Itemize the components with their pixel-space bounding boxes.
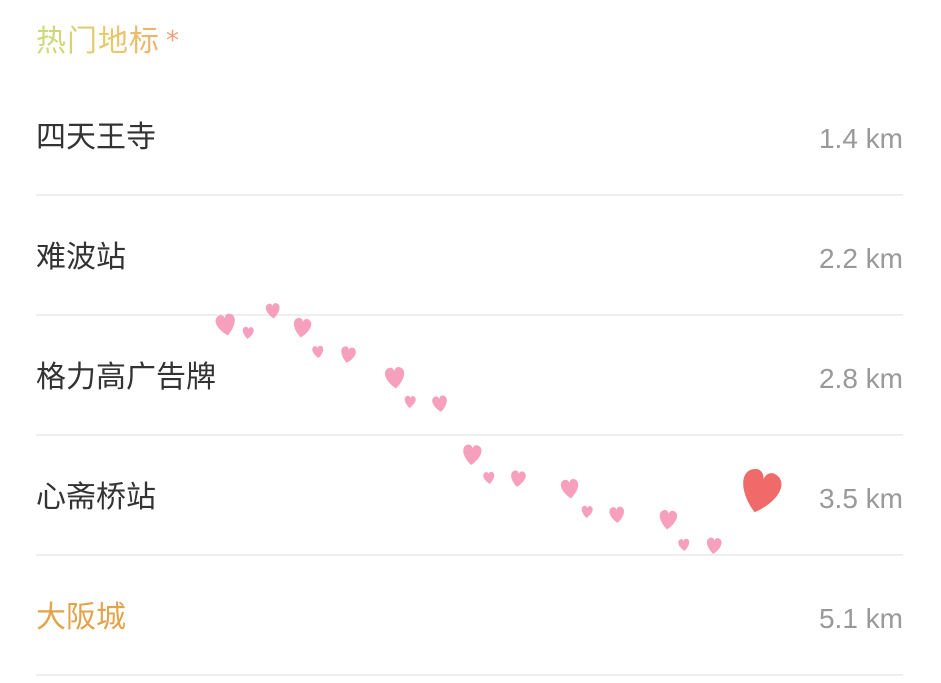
landmark-row[interactable]: 难波站 2.2 km <box>36 196 903 316</box>
landmark-distance: 5.1 km <box>818 603 903 634</box>
landmark-row[interactable]: 四天王寺 1.4 km <box>36 76 903 196</box>
landmark-distance: 2.2 km <box>818 243 903 274</box>
landmark-row[interactable]: 心斋桥站 3.5 km <box>36 436 903 556</box>
landmark-name: 格力高广告牌 <box>36 360 216 395</box>
landmark-name: 难波站 <box>36 240 126 275</box>
landmark-distance: 3.5 km <box>818 483 903 514</box>
landmark-list: 四天王寺 1.4 km 难波站 2.2 km 格力高广告牌 2.8 km 心斋桥… <box>36 76 903 676</box>
landmark-row[interactable]: 格力高广告牌 2.8 km <box>36 316 903 436</box>
section-title-text: 热门地标 <box>36 24 160 59</box>
section-title: 热门地标 * <box>36 22 180 63</box>
section-title-mark: * <box>166 26 180 56</box>
landmark-name: 四天王寺 <box>36 120 156 155</box>
landmark-row[interactable]: 大阪城 5.1 km <box>36 556 903 676</box>
landmark-distance: 1.4 km <box>818 123 903 154</box>
landmark-distance: 2.8 km <box>818 363 903 394</box>
landmark-name: 大阪城 <box>36 600 126 635</box>
landmark-name: 心斋桥站 <box>36 480 156 515</box>
popular-landmarks-panel: 热门地标 * 四天王寺 1.4 km 难波站 2.2 km 格力高广告牌 2.8 … <box>36 0 903 683</box>
